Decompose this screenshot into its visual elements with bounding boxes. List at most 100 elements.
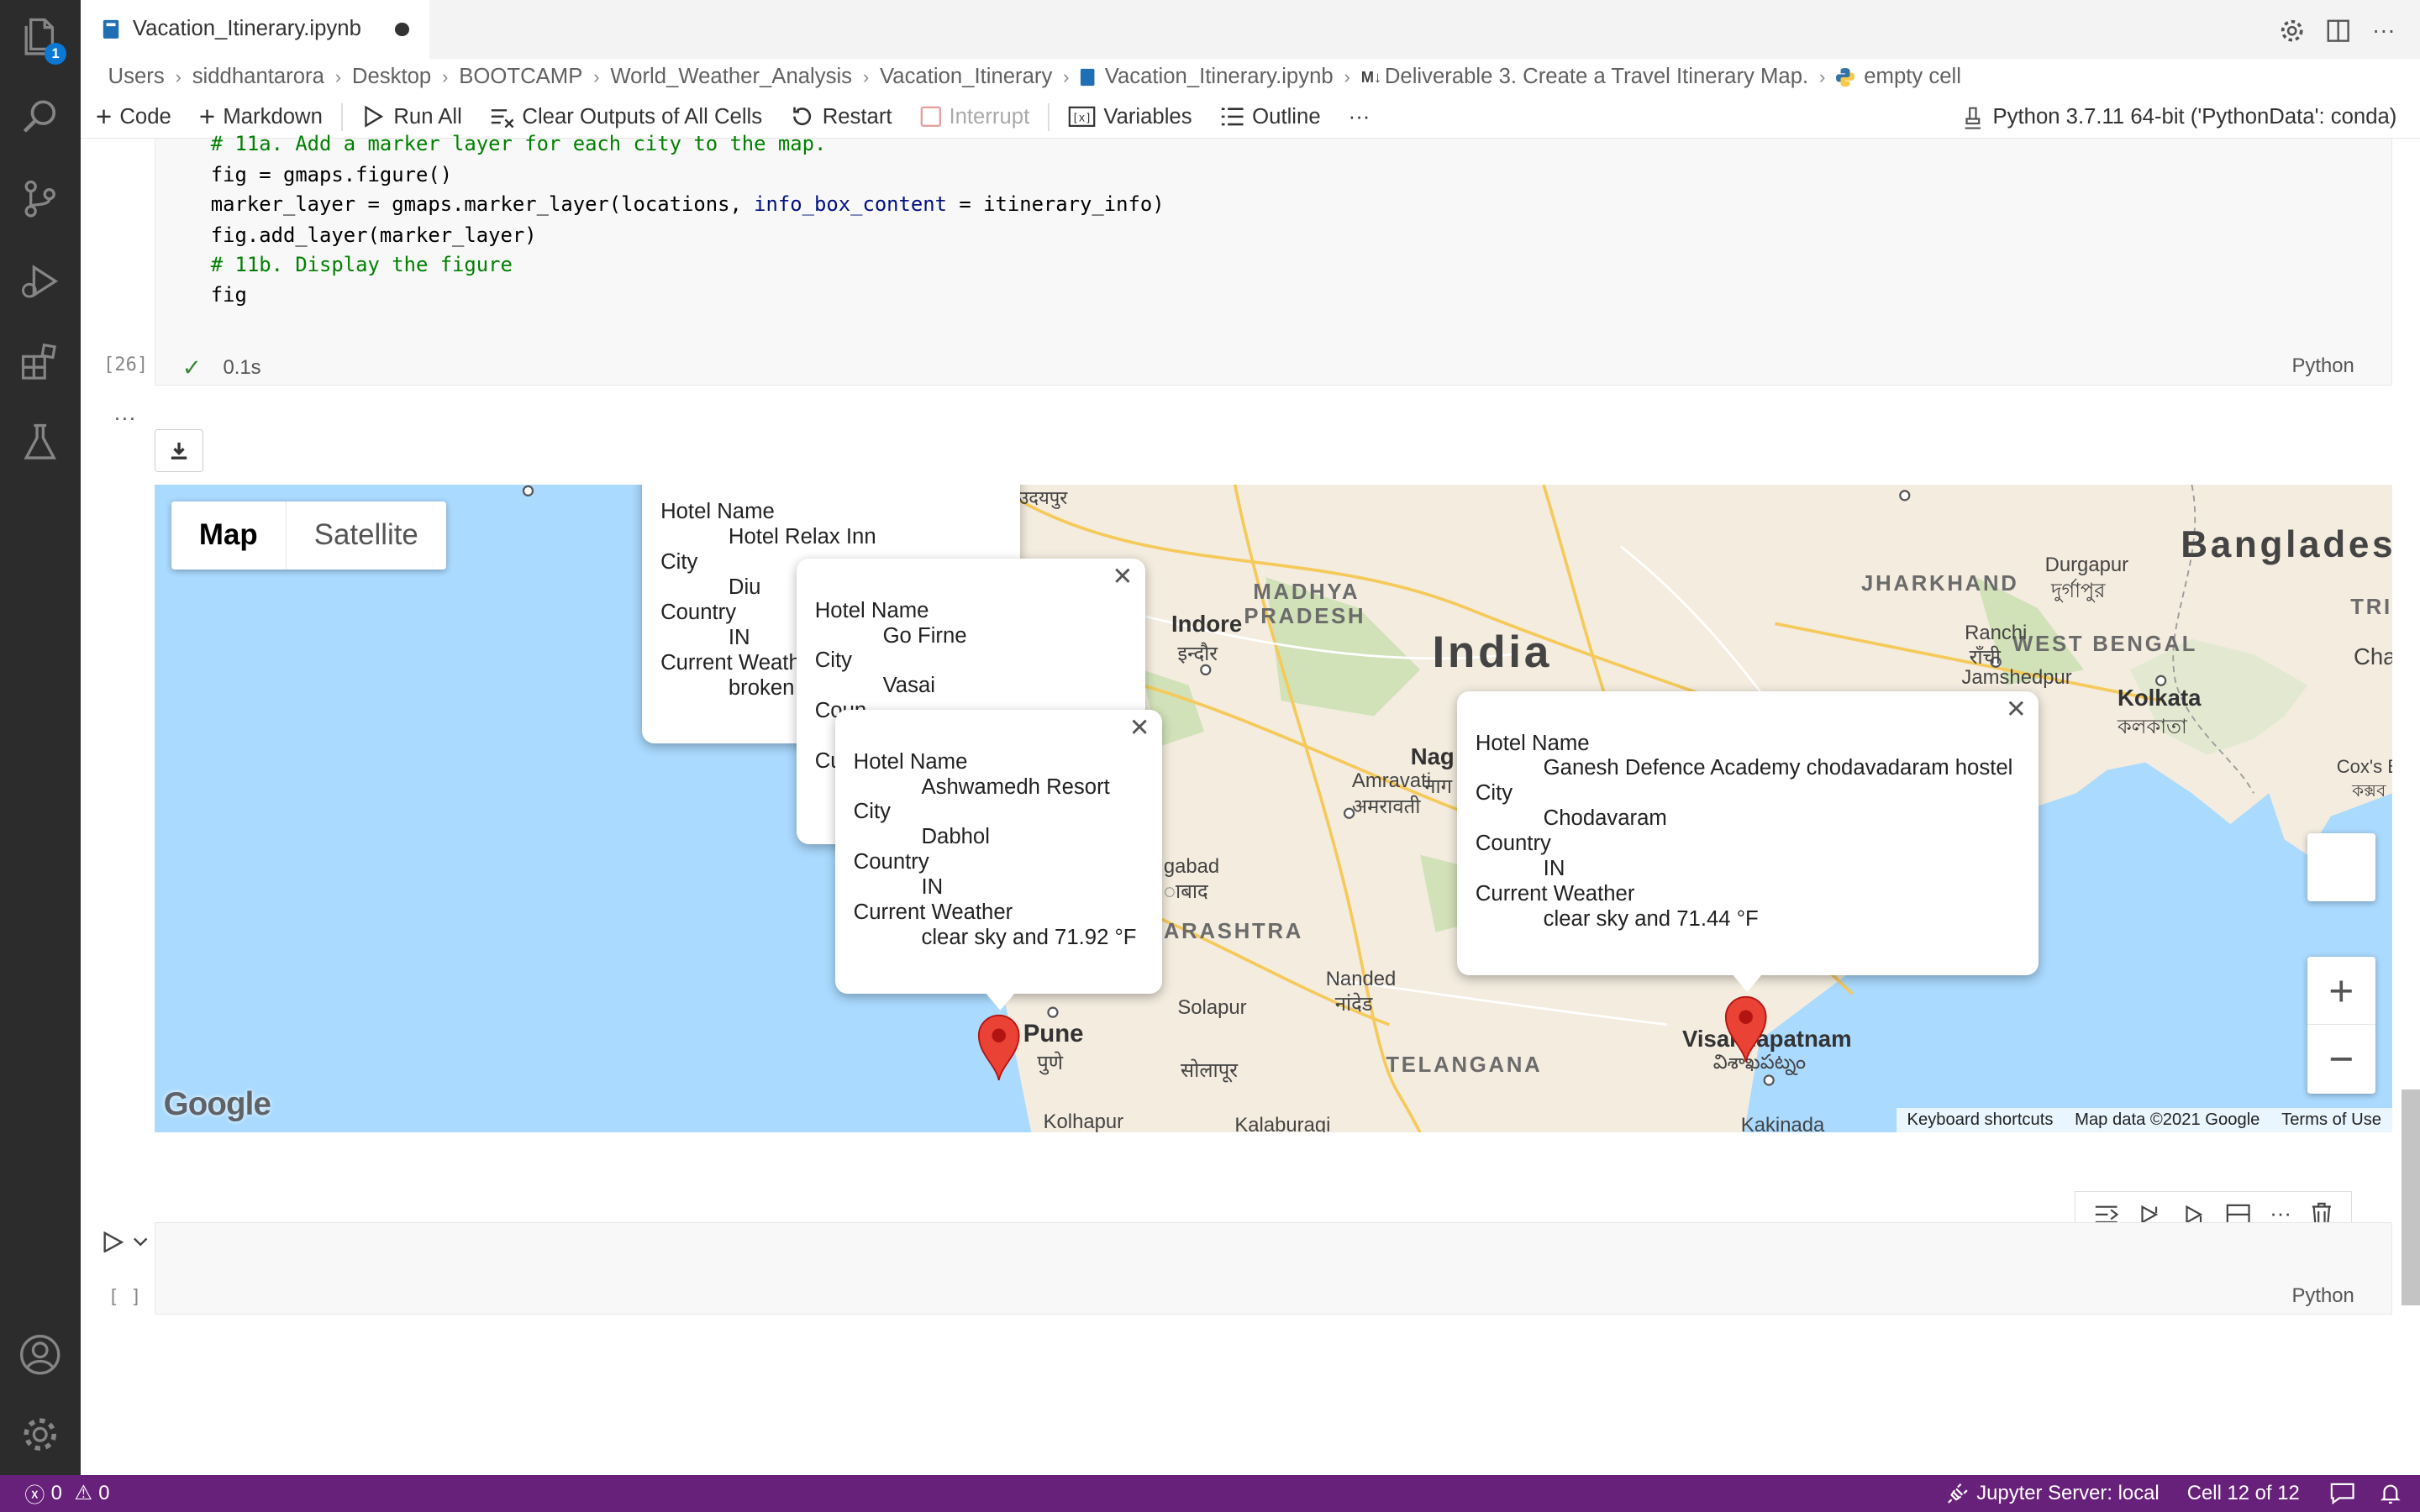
- crumb-file[interactable]: Vacation_Itinerary.ipynb: [1105, 65, 1334, 89]
- run-all-icon: [365, 105, 383, 129]
- variables-icon: [x]: [1068, 106, 1096, 128]
- map-marker-icon[interactable]: [977, 1014, 1020, 1082]
- crumb-desktop[interactable]: Desktop: [352, 65, 431, 89]
- outline-icon: [1221, 108, 1244, 126]
- unsaved-dot-icon[interactable]: [395, 22, 409, 37]
- fullscreen-button[interactable]: [2307, 832, 2375, 901]
- variables-button[interactable]: [x] Variables: [1068, 105, 1192, 129]
- account-icon[interactable]: [18, 1333, 61, 1376]
- map-type-map-button[interactable]: Map: [171, 501, 286, 570]
- scrollbar-thumb[interactable]: [2401, 1089, 2420, 1305]
- map-attribution: Keyboard shortcuts Map data ©2021 Google…: [1896, 1107, 2392, 1133]
- jupyter-server-label: Jupyter Server: local: [1976, 1481, 2160, 1504]
- map-label-city: Cox's Ba: [2336, 755, 2392, 777]
- code-line: fig.add_layer(marker_layer): [210, 223, 537, 247]
- close-icon[interactable]: ✕: [2006, 696, 2027, 722]
- tab-notebook[interactable]: Vacation_Itinerary.ipynb: [80, 0, 429, 59]
- zoom-in-button[interactable]: +: [2307, 957, 2375, 1025]
- info-field-label: Country: [853, 850, 929, 874]
- manage-gear-icon[interactable]: [18, 1413, 61, 1456]
- notebook-settings-gear-icon[interactable]: [2280, 18, 2304, 43]
- download-button[interactable]: [154, 428, 204, 473]
- extensions-icon[interactable]: [18, 341, 61, 384]
- chevron-down-icon[interactable]: [133, 1234, 148, 1249]
- svg-text:[x]: [x]: [1072, 113, 1092, 125]
- source-control-icon[interactable]: [18, 177, 61, 220]
- problems-indicator[interactable]: ⓧ 0 ⚠ 0: [24, 1478, 109, 1508]
- info-field-label: Hotel Name: [660, 500, 775, 524]
- editor-actions: ···: [2280, 17, 2396, 44]
- google-logo[interactable]: Google: [164, 1086, 271, 1123]
- empty-code-cell[interactable]: Python: [154, 1221, 2392, 1315]
- more-actions-icon[interactable]: ···: [2372, 17, 2396, 44]
- map-label-city: Pune: [1023, 1020, 1084, 1048]
- crumb-user[interactable]: siddhantarora: [192, 65, 324, 89]
- map-label-city: ाबाद: [1163, 880, 1208, 904]
- execution-count: [ ]: [108, 1286, 142, 1308]
- map-type-control: Map Satellite: [171, 501, 446, 570]
- outline-button[interactable]: Outline: [1220, 105, 1321, 129]
- map-marker-icon[interactable]: [1724, 995, 1767, 1063]
- testing-icon[interactable]: [18, 421, 61, 464]
- crumb-cell[interactable]: empty cell: [1864, 65, 1961, 89]
- chevron-right-icon: ›: [1819, 66, 1826, 87]
- code-cell[interactable]: # 11a. Add a marker layer for each city …: [154, 132, 2392, 386]
- terms-link[interactable]: Terms of Use: [2270, 1108, 2392, 1132]
- status-bar: ⓧ 0 ⚠ 0 Jupyter Server: local Cell 12 of 1…: [0, 1474, 2420, 1512]
- crumb-users[interactable]: Users: [108, 65, 165, 89]
- split-editor-icon[interactable]: [2326, 18, 2350, 43]
- restart-button[interactable]: Restart: [790, 104, 892, 129]
- add-markdown-label: Markdown: [223, 104, 323, 129]
- map-label: PRADESH: [1244, 604, 1366, 628]
- info-field-value: Go Firne: [882, 623, 967, 648]
- feedback-icon[interactable]: [2330, 1483, 2355, 1504]
- crumb-section[interactable]: Deliverable 3. Create a Travel Itinerary…: [1385, 65, 1808, 89]
- notifications-bell-icon[interactable]: [2380, 1483, 2402, 1504]
- close-icon[interactable]: ✕: [1113, 564, 1134, 590]
- info-field-value: Vasai: [882, 674, 935, 698]
- python-icon: [1836, 67, 1855, 87]
- plug-icon: [1948, 1483, 1969, 1504]
- jupyter-server-item[interactable]: Jupyter Server: local: [1947, 1481, 2160, 1505]
- cell-language[interactable]: Python: [2292, 1284, 2354, 1308]
- cell-language[interactable]: Python: [2292, 354, 2354, 378]
- toolbar-divider: [340, 102, 343, 131]
- search-icon[interactable]: [18, 96, 61, 139]
- run-all-button[interactable]: Run All: [361, 104, 462, 129]
- chevron-right-icon: ›: [1344, 66, 1350, 87]
- map-label-city: सोलापूर: [1181, 1059, 1239, 1083]
- crumb-folder[interactable]: Vacation_Itinerary: [880, 65, 1052, 89]
- close-icon[interactable]: ✕: [1129, 715, 1150, 741]
- more-icon: ···: [1348, 104, 1370, 129]
- map-label-city: Amravati: [1351, 769, 1432, 793]
- chevron-right-icon: ›: [334, 66, 342, 87]
- code-token: marker_layer = gmaps.marker_layer(locati…: [210, 192, 755, 216]
- crumb-analysis[interactable]: World_Weather_Analysis: [610, 65, 852, 89]
- info-window: ✕ Hotel Name Ashwamedh Resort City Dabho…: [834, 709, 1163, 994]
- map-label-city: इन्दौर: [1177, 643, 1218, 666]
- run-debug-icon[interactable]: [18, 260, 61, 302]
- zoom-out-button[interactable]: −: [2307, 1025, 2375, 1093]
- map-label-city: राँची: [1969, 646, 2001, 669]
- map-type-satellite-button[interactable]: Satellite: [285, 501, 446, 570]
- output-more-button[interactable]: ...: [114, 402, 137, 426]
- notebook-editor: # 11a. Add a marker layer for each city …: [80, 132, 2420, 1475]
- code-token: info_box_content: [754, 192, 948, 216]
- map-label-city: अमरावती: [1351, 795, 1421, 819]
- vertical-scrollbar[interactable]: [2401, 139, 2420, 1475]
- cell-position[interactable]: Cell 12 of 12: [2187, 1482, 2300, 1505]
- map-label-city: Nanded: [1325, 967, 1397, 990]
- code-line: # 11a. Add a marker layer for each city …: [210, 132, 827, 156]
- run-cell-icon[interactable]: [102, 1231, 124, 1253]
- kernel-picker[interactable]: Python 3.7.11 64-bit ('PythonData': cond…: [1962, 105, 2396, 129]
- crumb-bootcamp[interactable]: BOOTCAMP: [459, 65, 582, 89]
- interrupt-button[interactable]: Interrupt: [920, 105, 1029, 129]
- add-markdown-button[interactable]: + Markdown: [199, 103, 323, 131]
- map-widget[interactable]: MADHYA PRADESH India Banglades JHARKHAND…: [154, 484, 2392, 1133]
- toolbar-more-button[interactable]: ···: [1349, 105, 1370, 129]
- keyboard-shortcuts-link[interactable]: Keyboard shortcuts: [1897, 1108, 2065, 1132]
- map-label-city: पुणे: [1037, 1052, 1064, 1075]
- map-label-city: Nag: [1410, 743, 1455, 770]
- clear-outputs-button[interactable]: Clear Outputs of All Cells: [490, 104, 762, 129]
- add-code-button[interactable]: + Code: [96, 103, 171, 131]
